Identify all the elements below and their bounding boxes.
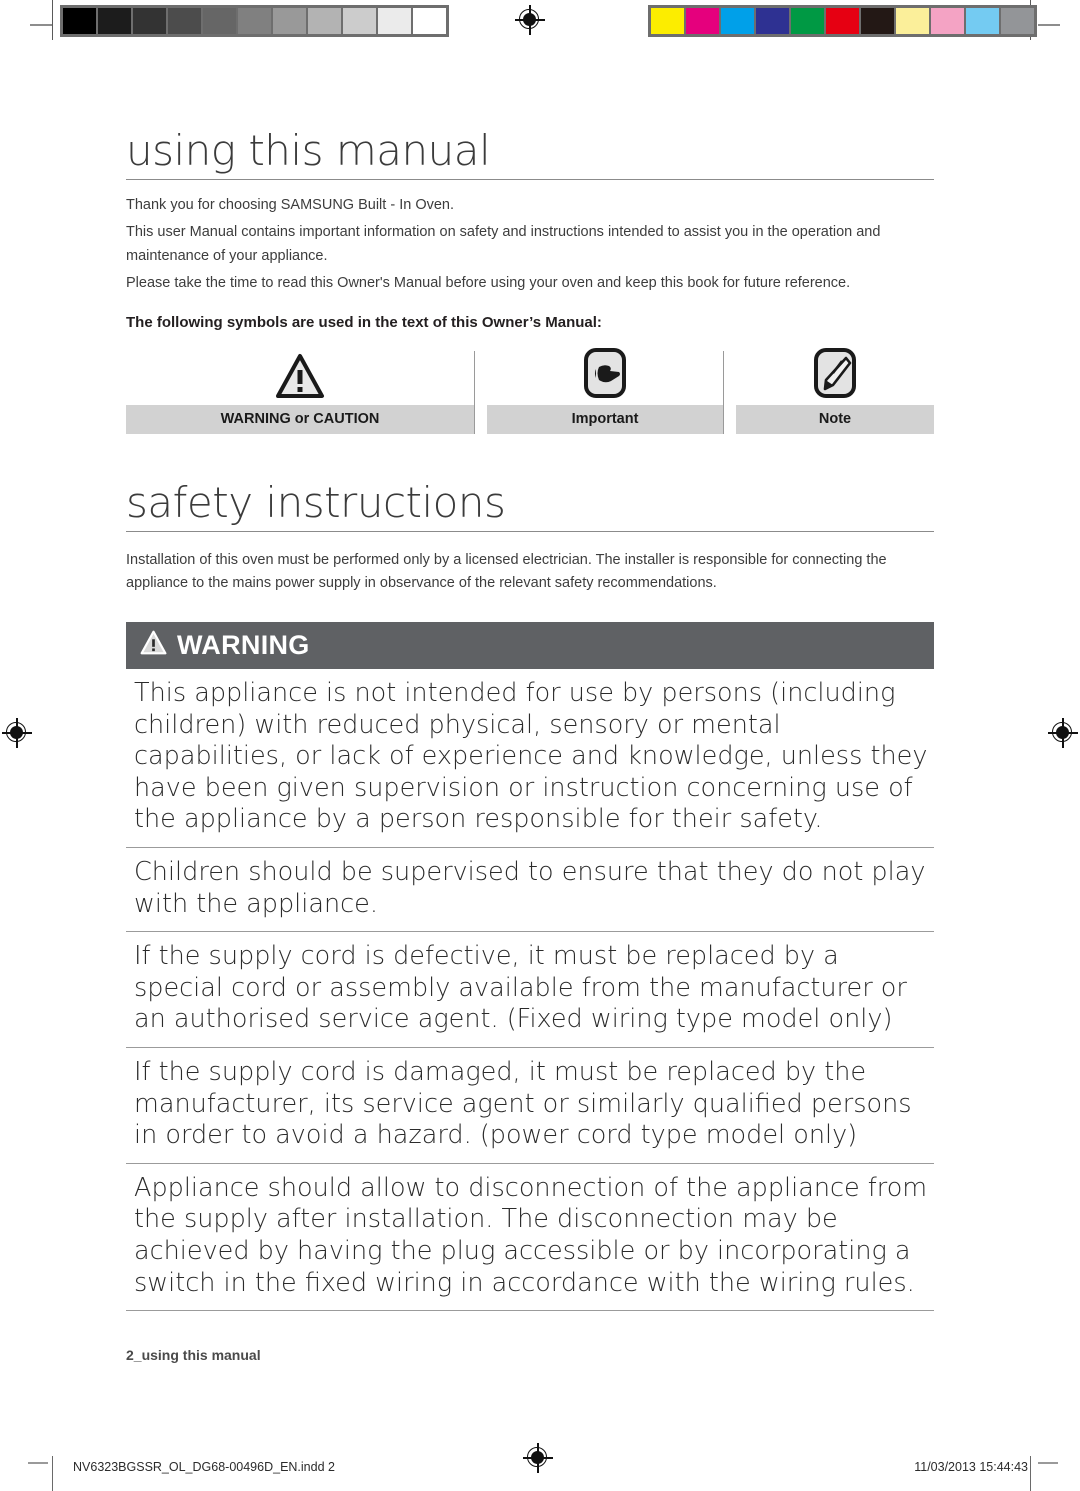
crop-tick-bottom-right xyxy=(1038,1462,1058,1464)
page-title-using-this-manual: using this manual xyxy=(126,130,934,180)
page-title-safety-instructions: safety instructions xyxy=(126,481,934,532)
symbol-label: WARNING or CAUTION xyxy=(126,404,474,434)
symbol-divider xyxy=(474,350,475,434)
symbol-note: Note xyxy=(736,343,934,434)
symbols-legend: WARNING or CAUTION Important Note xyxy=(126,343,934,434)
warning-item: Appliance should allow to disconnection … xyxy=(126,1164,934,1312)
warning-item: If the supply cord is defective, it must… xyxy=(126,932,934,1048)
warning-banner: WARNING xyxy=(126,621,934,669)
intro-paragraphs: Thank you for choosing SAMSUNG Built - I… xyxy=(126,194,934,296)
warning-triangle-icon xyxy=(140,630,167,660)
print-info-bar: NV6323BGSSR_OL_DG68-00496D_EN.indd 2 11/… xyxy=(0,1448,1080,1491)
symbols-legend-lead: The following symbols are used in the te… xyxy=(126,313,602,331)
pointing-hand-icon xyxy=(583,343,627,399)
intro-paragraph: Thank you for choosing SAMSUNG Built - I… xyxy=(126,197,454,213)
crop-line-bottom-right xyxy=(1030,1456,1031,1491)
symbol-warning-caution: WARNING or CAUTION xyxy=(126,343,474,434)
crop-line-bottom-left xyxy=(52,1456,53,1491)
symbol-label: Important xyxy=(487,404,723,434)
warning-list: This appliance is not intended for use b… xyxy=(126,669,934,1312)
warning-item: This appliance is not intended for use b… xyxy=(126,669,934,848)
warning-triangle-icon xyxy=(275,343,325,399)
intro-paragraph: This user Manual contains important info… xyxy=(126,224,881,264)
safety-intro-paragraph: Installation of this oven must be perfor… xyxy=(126,551,887,592)
print-timestamp: 11/03/2013 15:44:43 xyxy=(914,1460,1028,1474)
page-footer-label: 2_using this manual xyxy=(126,1347,261,1364)
warning-item: Children should be supervised to ensure … xyxy=(126,848,934,933)
print-file-name: NV6323BGSSR_OL_DG68-00496D_EN.indd 2 xyxy=(73,1460,335,1474)
intro-paragraph: Please take the time to read this Owner'… xyxy=(126,275,851,292)
crop-tick-bottom-left xyxy=(28,1462,48,1464)
warning-banner-label: WARNING xyxy=(177,629,310,660)
warning-item: If the supply cord is damaged, it must b… xyxy=(126,1048,934,1164)
symbol-label: Note xyxy=(736,404,934,434)
pencil-icon xyxy=(813,343,857,399)
manual-page: using this manual Thank you for choosing… xyxy=(0,0,1080,1491)
symbol-important: Important xyxy=(487,343,723,434)
symbol-divider xyxy=(723,350,724,434)
